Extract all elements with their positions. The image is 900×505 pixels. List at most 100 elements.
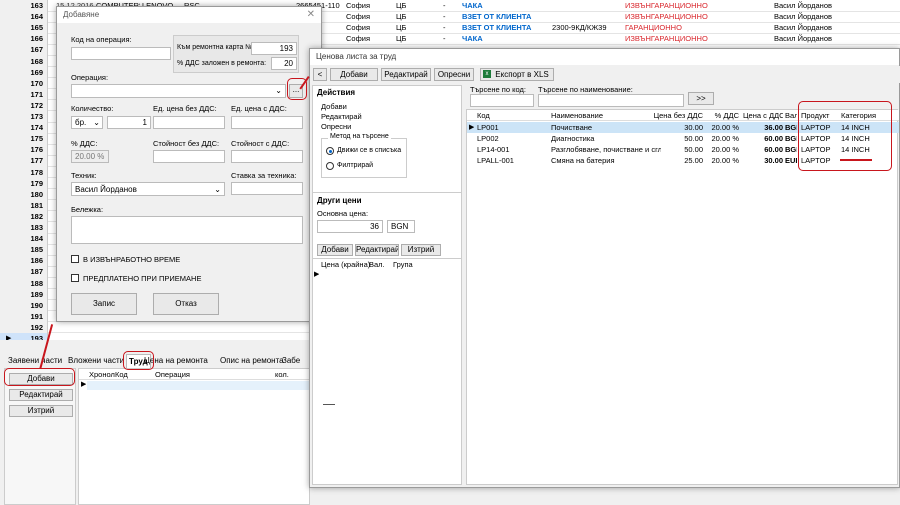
back-button[interactable]: < [313, 68, 327, 81]
toolbar-refresh-button[interactable]: Опресни [434, 68, 474, 81]
price-list-dialog: Ценова листа за труд < Добави Редактирай… [309, 48, 900, 488]
price-col-0[interactable]: Код [477, 111, 547, 120]
base-price-currency[interactable] [387, 220, 415, 233]
search-go-button[interactable]: >> [688, 92, 714, 105]
other-delete-button[interactable]: Изтрий [401, 244, 441, 256]
row-number: 179 [0, 177, 48, 190]
technician-label: Техник: [71, 171, 97, 180]
action-add[interactable]: Добави [321, 102, 347, 111]
technician-select[interactable]: Васил Йорданов ⌄ [71, 182, 225, 196]
row-number: 191 [0, 310, 48, 323]
qty-unit-select[interactable]: бр. ⌄ [71, 116, 103, 129]
bg-cell-city: София [346, 23, 371, 33]
tech-rate-label: Ставка за техника: [231, 171, 297, 180]
qty-unit-value: бр. [75, 118, 87, 127]
row-number: 178 [0, 166, 48, 179]
other-edit-button[interactable]: Редактирай [355, 244, 399, 256]
operation-select[interactable]: ⌄ [71, 84, 286, 98]
price-cell-vat: 20.00 % [711, 134, 739, 143]
labor-col-code: Код [115, 370, 128, 379]
row-number: 168 [0, 55, 48, 68]
labor-grid-new-row[interactable] [87, 381, 309, 390]
search-code-input[interactable] [470, 94, 534, 107]
tech-rate-input[interactable] [231, 182, 303, 195]
price-col-1[interactable]: Наименование [551, 111, 661, 120]
row-pointer-icon: ▶ [469, 124, 475, 131]
bg-cell-cb: ЦБ [396, 12, 407, 22]
tab-4[interactable]: Опис на ремонта [218, 354, 286, 368]
toolbar-edit-button[interactable]: Редактирай [381, 68, 431, 81]
cancel-button[interactable]: Отказ [153, 293, 219, 315]
excel-icon: x [483, 70, 491, 78]
other-add-button[interactable]: Добави [317, 244, 353, 256]
row-number: 181 [0, 199, 48, 212]
radio-move-in-list[interactable] [326, 147, 334, 155]
price-cell-price: 50.00 [684, 134, 703, 143]
tab-5[interactable]: Забе [280, 354, 302, 368]
radio-filter[interactable] [326, 162, 334, 170]
toolbar-add-button[interactable]: Добави [330, 68, 378, 81]
price-col-2[interactable]: Цена без ДДС [647, 111, 703, 120]
actions-title: Действия [317, 88, 356, 97]
bg-cell-tech: Васил Йорданов [774, 1, 832, 10]
vat-input[interactable] [271, 57, 297, 70]
unit-price-no-vat-input[interactable] [153, 116, 225, 129]
save-button[interactable]: Запис [71, 293, 137, 315]
price-cell-name: Почистване [551, 123, 593, 132]
price-col-4[interactable]: Цена с ДДС [743, 111, 783, 120]
price-cell-code: LP001 [477, 123, 499, 132]
labor-edit-button[interactable]: Редактирай [9, 389, 73, 401]
bg-cell-cb: ЦБ [396, 23, 407, 33]
row-number: 180 [0, 188, 48, 201]
add-dialog-title: Добавяне [57, 7, 321, 23]
vat-label: % ДДС заложен в ремонта: [177, 60, 267, 67]
row-number: 189 [0, 288, 48, 301]
tab-1[interactable]: Вложени части [66, 354, 126, 368]
repair-card-input[interactable] [251, 42, 297, 55]
qty-input[interactable] [107, 116, 151, 129]
other-prices-title: Други цени [317, 196, 362, 205]
close-icon[interactable]: ✕ [307, 9, 315, 20]
splitter-handle[interactable] [323, 404, 335, 405]
code-input[interactable] [71, 47, 171, 60]
other-col-group: Група [393, 260, 413, 269]
overtime-label: В ИЗВЪНРАБОТНО ВРЕМЕ [83, 255, 181, 264]
price-col-3[interactable]: % ДДС [705, 111, 739, 120]
price-cell-vat: 20.00 % [711, 145, 739, 154]
row-number: 163 [0, 0, 48, 12]
tab-0[interactable]: Заявени части [6, 354, 64, 368]
unit-price-no-vat-label: Ед. цена без ДДС: [153, 104, 217, 113]
search-method-group: Метод на търсене Движи се в списъка Филт… [321, 133, 407, 178]
search-code-label: Търсене по код: [470, 85, 526, 94]
labor-delete-button[interactable]: Изтрий [9, 405, 73, 417]
action-refresh[interactable]: Опресни [321, 122, 351, 131]
export-xls-button[interactable]: x Експорт в XLS [480, 68, 554, 81]
unit-price-vat-input[interactable] [231, 116, 303, 129]
price-cell-code: LP002 [477, 134, 499, 143]
prepaid-label: ПРЕДПЛАТЕНО ПРИ ПРИЕМАНЕ [83, 274, 202, 283]
row-number: 165 [0, 22, 48, 34]
base-price-input[interactable] [317, 220, 383, 233]
price-dialog-title: Ценова листа за труд [310, 49, 899, 65]
price-col-5[interactable]: Вал [785, 111, 797, 120]
prepaid-checkbox[interactable] [71, 274, 79, 282]
row-number: 187 [0, 266, 48, 278]
price-cell-price: 25.00 [684, 156, 703, 165]
repair-card-label: Към ремонтна карта № [177, 44, 253, 51]
qty-label: Количество: [71, 104, 114, 113]
price-cell-total: 30.00 [764, 156, 783, 165]
bg-cell-warranty: ИЗВЪНГАРАНЦИОННО [625, 12, 708, 22]
row-number: 185 [0, 244, 48, 256]
overtime-checkbox[interactable] [71, 255, 79, 263]
bg-cell-dash: - [443, 12, 446, 22]
note-textarea[interactable] [71, 216, 303, 244]
bg-cell-status: ЧАКА [462, 1, 483, 10]
value-no-vat-label: Стойност без ДДС: [153, 139, 220, 148]
value-vat-input[interactable] [231, 150, 303, 163]
search-name-input[interactable] [538, 94, 684, 107]
value-no-vat-input[interactable] [153, 150, 225, 163]
bg-cell-warranty: ИЗВЪНГАРАНЦИОННО [625, 34, 708, 44]
row-number: 184 [0, 233, 48, 245]
bg-cell-city: София [346, 34, 371, 44]
action-edit[interactable]: Редактирай [321, 112, 362, 121]
